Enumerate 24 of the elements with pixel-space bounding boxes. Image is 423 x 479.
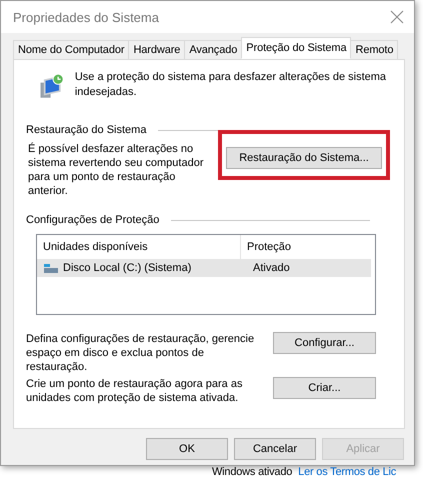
drive-icon [43, 262, 59, 274]
activation-status: Windows ativado [212, 466, 292, 478]
dialog-button[interactable]: OK [146, 438, 228, 460]
group-heading: Restauração do Sistema [26, 124, 146, 136]
action-button[interactable]: Configurar... [273, 332, 376, 354]
close-button[interactable] [390, 10, 404, 24]
tab[interactable]: Remoto [350, 40, 398, 59]
license-link[interactable]: Ler os Termos de Lic [298, 466, 396, 478]
action-button[interactable]: Criar... [273, 377, 376, 399]
table-row[interactable]: Disco Local (C:) (Sistema) Ativado [37, 259, 371, 277]
table-cell: Ativado [253, 262, 290, 274]
tab[interactable]: Proteção do Sistema [241, 37, 352, 59]
restore-description: É possível desfazer alterações no sistema revertendo seu computador para um ponto de restauração anterior. [28, 142, 204, 198]
window-title: Propriedades do Sistema [13, 10, 159, 24]
tab[interactable]: Nome do Computador [13, 40, 130, 59]
intro-text: Use a proteção do sistema para desfazer alterações de sistema indesejadas. [74, 70, 388, 100]
action-description: Crie um ponto de restauração agora para as unidades com proteção de sistema ativada. [26, 377, 244, 405]
action-description: Defina configurações de restauração, gerencie espaço em disco e exclua pontos de restauração. [26, 332, 256, 374]
system-restore-button[interactable]: Restauração do Sistema... [226, 147, 382, 169]
dialog-button[interactable]: Cancelar [234, 438, 316, 460]
table-cell: Disco Local (C:) (Sistema) [63, 262, 192, 274]
close-icon [390, 10, 404, 24]
column-header: Proteção [246, 240, 292, 255]
group-heading: Configurações de Proteção [26, 214, 160, 226]
